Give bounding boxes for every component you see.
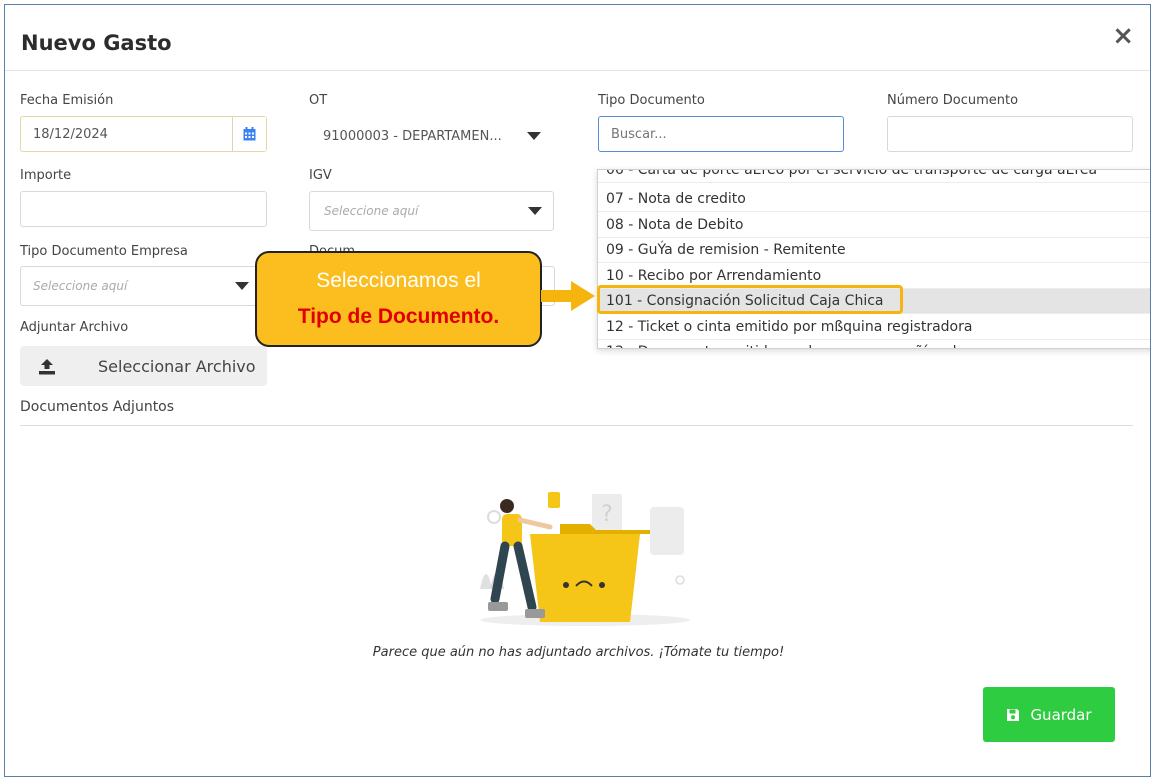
floppy-disk-icon [1007,708,1020,721]
adjuntar-archivo-label: Adjuntar Archivo [20,320,129,335]
modal-header: Nuevo Gasto × [5,5,1150,71]
importe-label: Importe [20,168,72,183]
numero-documento-label: Número Documento [887,93,1019,108]
igv-select[interactable]: Seleccione aquí [309,191,554,231]
empty-folder-illustration: ? [480,492,690,626]
modal-title: Nuevo Gasto [21,31,172,55]
ot-select[interactable]: 91000003 - DEPARTAMEN... [309,118,555,154]
chevron-down-icon [528,207,542,215]
selected-option-highlight [597,285,903,314]
divider [20,425,1133,426]
instruction-callout: Seleccionamos el Tipo de Documento. [255,251,542,347]
dropdown-option[interactable]: 13 - Documento emitido por bancos, compa… [598,340,1150,348]
chevron-down-icon [527,132,541,140]
tipo-documento-empresa-label: Tipo Documento Empresa [20,244,188,259]
callout-line-1: Seleccionamos el [316,269,481,292]
ot-value: 91000003 - DEPARTAMEN... [323,128,502,144]
igv-label: IGV [309,168,332,183]
dropdown-option[interactable]: 08 - Nota de Debito [598,213,1150,238]
fecha-emision-field[interactable]: 18/12/2024 [20,116,267,152]
modal-dialog: Nuevo Gasto × Fecha Emisión 18/12/2024 O… [4,4,1151,777]
close-icon[interactable]: × [1112,23,1134,49]
select-file-button[interactable]: Seleccionar Archivo [20,346,267,386]
select-file-label: Seleccionar Archivo [98,357,256,376]
tipo-documento-dropdown[interactable]: 06 - Carta de porte aÉreo por el servici… [597,169,1150,349]
calendar-icon [243,127,256,141]
callout-arrow-icon [541,281,595,311]
dropdown-option[interactable]: 07 - Nota de credito [598,187,1150,212]
attachments-title: Documentos Adjuntos [20,399,175,415]
dropdown-option[interactable]: 12 - Ticket o cinta emitido por mßquina … [598,315,1150,340]
igv-placeholder: Seleccione aquí [324,204,419,218]
tipo-documento-search-input[interactable] [598,116,844,152]
calendar-button[interactable] [232,117,266,151]
save-label: Guardar [1030,705,1092,724]
tipo-documento-empresa-placeholder: Seleccione aquí [33,279,128,293]
empty-attachments-message: Parece que aún no has adjuntado archivos… [372,645,785,660]
numero-documento-field[interactable] [887,116,1133,152]
ot-label: OT [309,93,328,108]
fecha-emision-value: 18/12/2024 [33,126,108,142]
chevron-down-icon [235,282,249,290]
svg-text:?: ? [601,502,613,527]
importe-field[interactable] [20,191,267,227]
dropdown-option[interactable]: 06 - Carta de porte aÉreo por el servici… [598,170,1150,183]
fecha-emision-label: Fecha Emisión [20,93,114,108]
upload-icon [39,359,55,375]
tipo-documento-label: Tipo Documento [598,93,705,108]
tipo-documento-empresa-select[interactable]: Seleccione aquí [20,266,267,306]
callout-line-2: Tipo de Documento. [297,305,500,328]
dropdown-option[interactable]: 09 - GuÝa de remision - Remitente [598,238,1150,263]
save-button[interactable]: Guardar [983,687,1115,742]
